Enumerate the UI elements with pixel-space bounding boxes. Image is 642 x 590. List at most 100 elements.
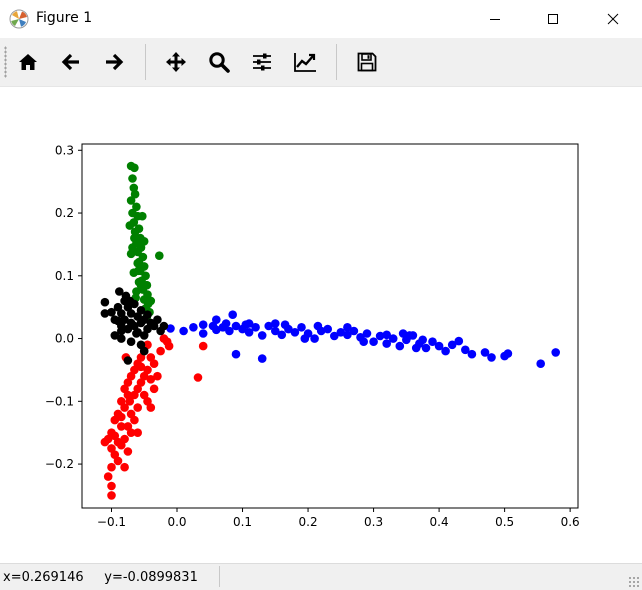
scatter-point [487, 353, 496, 362]
scatter-point [139, 346, 149, 356]
scatter-point [133, 258, 142, 268]
figure-canvas[interactable]: −0.1 0.0 0.1 0.2 0.3 0.4 0.5 0.6 −0.2 −0.1 0.0 0.1 0… [0, 87, 642, 563]
scatter-point [257, 354, 267, 363]
scatter-point [128, 243, 137, 252]
scatter-point [130, 233, 139, 243]
home-button[interactable] [10, 44, 46, 80]
minimize-icon [490, 19, 500, 20]
floppy-disk-icon [357, 52, 377, 72]
y-tick-label: −0.1 [45, 394, 74, 408]
scatter-point [551, 348, 560, 357]
scatter-point [100, 437, 110, 447]
scatter-point [130, 415, 139, 425]
back-button[interactable] [53, 44, 89, 80]
scatter-point [149, 359, 159, 369]
pan-button[interactable] [158, 44, 194, 80]
scatter-point [297, 323, 306, 332]
scatter-point [136, 280, 146, 290]
scatter-point [133, 428, 142, 438]
scatter-point [107, 491, 116, 500]
scatter-point [467, 349, 477, 359]
line-chart-icon [294, 53, 316, 72]
scatter-point [120, 462, 129, 472]
matplotlib-icon [9, 9, 29, 29]
scatter-point [343, 323, 352, 332]
save-button[interactable] [349, 44, 385, 80]
scatter-point [313, 321, 323, 331]
scatter-point [153, 315, 162, 324]
scatter-point [134, 266, 143, 276]
scatter-point [382, 330, 392, 340]
scatter-point [113, 456, 123, 466]
scatter-point [503, 349, 513, 358]
resize-grip[interactable] [628, 576, 640, 588]
status-divider [219, 566, 220, 587]
window-title: Figure 1 [36, 10, 93, 26]
status-bar: x=0.269146 y=-0.0899831 [0, 563, 642, 590]
scatter-point [132, 329, 141, 338]
scatter-point [123, 447, 133, 456]
subplots-button[interactable] [244, 44, 280, 80]
x-tick-label: 0.2 [299, 515, 318, 529]
x-tick-label: 0.1 [233, 515, 252, 529]
scatter-point [228, 310, 237, 319]
scatter-point [146, 375, 156, 384]
sliders-icon [253, 53, 271, 71]
toolbar-separator [336, 44, 337, 80]
scatter-point [139, 237, 149, 246]
home-icon [19, 54, 37, 70]
minimize-button[interactable] [472, 0, 518, 38]
scatter-point [117, 326, 126, 336]
scatter-point [359, 337, 369, 346]
scatter-point [310, 334, 319, 343]
scatter-point [128, 174, 137, 183]
scatter-point [411, 343, 421, 353]
scatter-point [130, 163, 139, 173]
customize-button[interactable] [287, 44, 323, 80]
scatter-point [100, 297, 110, 307]
scatter-point [280, 320, 290, 329]
y-tick-label: −0.2 [45, 457, 74, 471]
scatter-point [107, 462, 116, 472]
scatter-point [405, 331, 414, 340]
scatter-point [221, 319, 231, 328]
scatter-point [395, 341, 405, 351]
scatter-plot[interactable]: −0.1 0.0 0.1 0.2 0.3 0.4 0.5 0.6 −0.2 −0.1 0.0 0.1 0… [0, 87, 642, 563]
close-button[interactable] [590, 0, 636, 38]
scatter-point [125, 296, 135, 306]
scatter-point [244, 319, 254, 328]
arrow-left-icon [61, 53, 79, 71]
toolbar-grip [4, 46, 7, 78]
y-tick-label: 0.0 [55, 332, 74, 346]
y-tick-label: 0.1 [55, 269, 74, 283]
scatter-point [536, 359, 545, 369]
forward-button[interactable] [96, 44, 132, 80]
scatter-point [257, 331, 267, 340]
scatter-point [212, 315, 221, 324]
scatter-point [130, 390, 139, 400]
x-tick-label: 0.4 [430, 515, 449, 529]
magnifier-icon [209, 52, 230, 73]
scatter-point [156, 346, 165, 356]
scatter-point [277, 330, 287, 340]
maximize-button[interactable] [530, 0, 576, 38]
scatter-point [110, 431, 120, 441]
maximize-icon [548, 14, 558, 24]
scatter-point [143, 310, 152, 319]
scatter-point [113, 316, 123, 326]
x-tick-label: 0.0 [167, 515, 186, 529]
scatter-point [198, 341, 208, 351]
x-tick-label: 0.5 [495, 515, 514, 529]
x-tick-label: 0.6 [561, 515, 580, 529]
scatter-point [189, 323, 198, 332]
scatter-point [418, 335, 428, 345]
arrow-right-icon [106, 53, 124, 71]
toolbar-separator [145, 44, 146, 80]
scatter-point [421, 343, 431, 353]
move-icon [166, 52, 186, 72]
scatter-point [454, 336, 464, 346]
zoom-button[interactable] [201, 44, 237, 80]
scatter-point [149, 384, 159, 394]
scatter-point [231, 349, 241, 359]
scatter-point [155, 251, 164, 260]
